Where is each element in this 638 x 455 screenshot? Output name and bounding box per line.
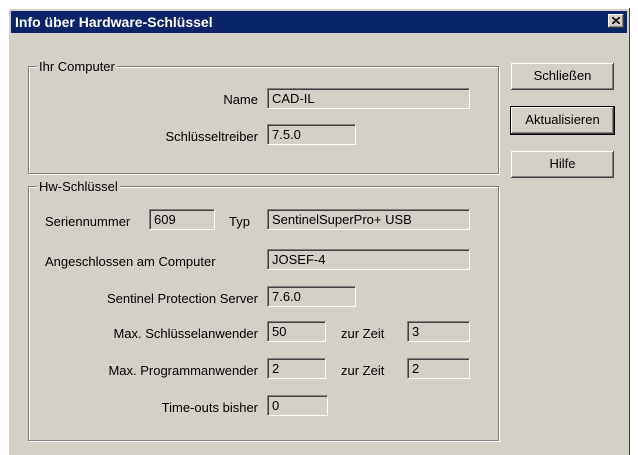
close-button[interactable]: Schließen [511, 63, 614, 90]
key-users-now-label: zur Zeit [341, 326, 385, 341]
help-button[interactable]: Hilfe [511, 151, 614, 178]
type-field: SentinelSuperPro+ USB [267, 209, 470, 230]
connected-field: JOSEF-4 [267, 249, 470, 270]
program-users-now-field: 2 [407, 358, 470, 379]
timeouts-field: 0 [267, 395, 328, 416]
refresh-button[interactable]: Aktualisieren [511, 107, 614, 134]
computer-group: Ihr Computer [28, 59, 499, 174]
max-program-users-field: 2 [267, 358, 326, 379]
serial-label: Seriennummer [45, 214, 131, 229]
program-users-now-label: zur Zeit [341, 363, 385, 378]
server-label: Sentinel Protection Server [106, 291, 258, 306]
computer-group-legend: Ihr Computer [37, 59, 117, 74]
max-key-users-field: 50 [267, 321, 326, 342]
hw-key-group-legend: Hw-Schlüssel [37, 179, 120, 194]
window-title: Info über Hardware-Schlüssel [15, 14, 213, 30]
connected-label: Angeschlossen am Computer [45, 254, 216, 269]
timeouts-label: Time-outs bisher [161, 400, 258, 415]
server-field: 7.6.0 [267, 286, 356, 307]
key-users-now-field: 3 [407, 321, 470, 342]
name-field: CAD-IL [267, 88, 470, 109]
type-label: Typ [229, 214, 250, 229]
driver-label: Schlüsseltreiber [165, 129, 259, 144]
serial-field: 609 [149, 209, 215, 230]
max-key-users-label: Max. Schlüsselanwender [113, 326, 258, 341]
close-icon[interactable] [608, 14, 624, 28]
driver-field: 7.5.0 [267, 124, 356, 145]
dialog-window: Info über Hardware-Schlüssel Ihr Compute… [8, 8, 630, 455]
name-label: Name [223, 92, 258, 107]
title-bar[interactable]: Info über Hardware-Schlüssel [11, 11, 627, 33]
max-program-users-label: Max. Programmanwender [108, 363, 258, 378]
